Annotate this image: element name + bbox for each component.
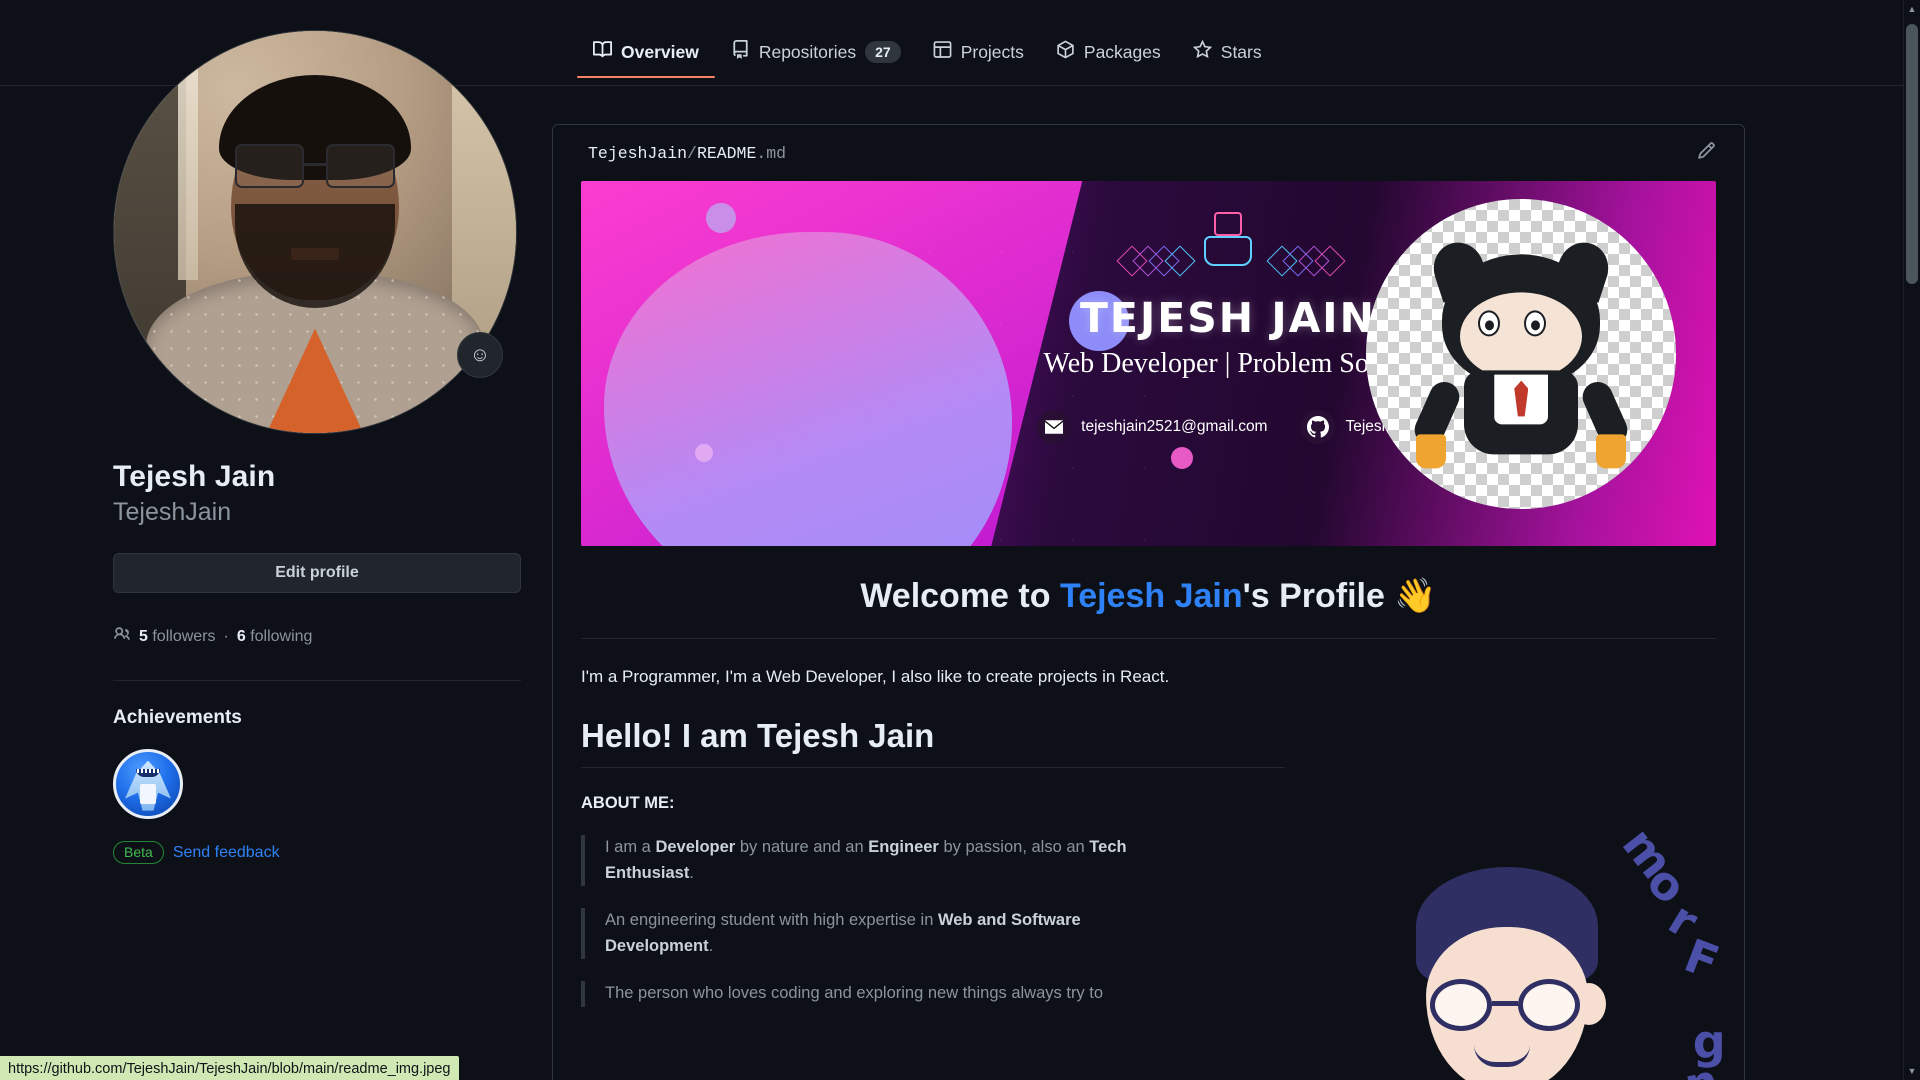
package-icon bbox=[1056, 40, 1075, 64]
readme-owner-link[interactable]: TejeshJain bbox=[588, 144, 687, 163]
github-mark-icon bbox=[1301, 410, 1336, 445]
edit-profile-button[interactable]: Edit profile bbox=[113, 553, 521, 594]
tab-repositories-label: Repositories bbox=[758, 41, 857, 62]
profile-sidebar: ☺ Tejesh Jain TejeshJain Edit profile 5 … bbox=[113, 30, 521, 865]
pull-shark-badge[interactable] bbox=[113, 749, 183, 820]
profile-username: TejeshJain bbox=[113, 498, 232, 527]
readme-welcome-heading: Welcome to Tejesh Jain's Profile 👋 bbox=[581, 546, 1716, 639]
readme-about-label: ABOUT ME: bbox=[581, 794, 675, 812]
repo-icon bbox=[731, 40, 750, 64]
banner-octocat bbox=[1366, 199, 1677, 510]
quote-run: Developer bbox=[655, 838, 736, 856]
quote-run: . bbox=[708, 936, 714, 955]
following-label: following bbox=[250, 627, 313, 645]
smiley-icon: ☺ bbox=[469, 343, 491, 366]
scrollbar-thumb[interactable] bbox=[1906, 24, 1918, 284]
achievements-heading: Achievements bbox=[113, 707, 242, 729]
book-icon bbox=[593, 40, 613, 64]
readme-quotes: I am a Developer by nature and an Engine… bbox=[581, 835, 1716, 1007]
welcome-name-link[interactable]: Tejesh Jain bbox=[1060, 577, 1243, 615]
readme-file-ext: .md bbox=[756, 143, 787, 163]
achievements-beta-row: Beta Send feedback bbox=[113, 841, 521, 865]
welcome-prefix: Welcome to bbox=[860, 577, 1060, 615]
achievements-list bbox=[113, 749, 521, 820]
quote-run: I am a bbox=[605, 838, 656, 856]
readme-file-link[interactable]: README bbox=[697, 144, 756, 163]
gamer-avatar-icon bbox=[1196, 210, 1260, 274]
avatar-container: ☺ bbox=[113, 30, 517, 434]
github-profile-page: Overview Repositories 27 Projects Packag… bbox=[0, 0, 1920, 1080]
readme-banner-image[interactable]: TEJESH JAIN Web Developer | Problem Solv… bbox=[581, 181, 1716, 546]
status-bar-url: https://github.com/TejeshJain/TejeshJain… bbox=[0, 1056, 459, 1080]
sidebar-divider bbox=[113, 680, 521, 682]
readme-quote-3: The person who loves coding and explorin… bbox=[581, 981, 1141, 1007]
table-icon bbox=[933, 40, 952, 64]
pencil-icon bbox=[1697, 141, 1716, 165]
readme-quote-1: I am a Developer by nature and an Engine… bbox=[581, 835, 1141, 887]
tab-overview[interactable]: Overview bbox=[577, 26, 715, 78]
tab-stars-label: Stars bbox=[1220, 41, 1262, 62]
quote-run: . bbox=[689, 863, 694, 882]
tab-repositories[interactable]: Repositories 27 bbox=[715, 26, 917, 78]
tab-packages[interactable]: Packages bbox=[1040, 26, 1177, 78]
coding-from-letter: n bbox=[1680, 1053, 1722, 1080]
stats-separator: · bbox=[223, 627, 229, 645]
avatar[interactable] bbox=[113, 30, 517, 434]
breadcrumb-slash: / bbox=[687, 143, 697, 163]
readme-intro-paragraph: I'm a Programmer, I'm a Web Developer, I… bbox=[581, 667, 1170, 686]
profile-full-name: Tejesh Jain bbox=[113, 460, 276, 493]
scroll-down-icon[interactable]: ▼ bbox=[1907, 1066, 1917, 1076]
banner-email: tejeshjain2521@gmail.com bbox=[1037, 410, 1268, 445]
welcome-suffix: 's Profile bbox=[1242, 577, 1395, 615]
tab-projects[interactable]: Projects bbox=[917, 26, 1040, 78]
quote-run: An engineering student with high experti… bbox=[605, 911, 938, 930]
coding-from-letter: g bbox=[1692, 1015, 1726, 1070]
readme-card: TejeshJain/README.md TEJESH JAIN Web Dev… bbox=[552, 124, 1745, 1080]
people-icon bbox=[113, 625, 131, 648]
send-feedback-link[interactable]: Send feedback bbox=[173, 844, 280, 862]
tab-stars[interactable]: Stars bbox=[1177, 26, 1278, 78]
following-link[interactable]: 6 following bbox=[237, 628, 313, 646]
banner-email-text: tejeshjain2521@gmail.com bbox=[1081, 418, 1268, 436]
readme-hello-heading: Hello! I am Tejesh Jain bbox=[581, 687, 1285, 768]
readme-breadcrumb: TejeshJain/README.md bbox=[588, 144, 786, 163]
quote-run: by nature and an bbox=[735, 838, 869, 856]
quote-run: The person who loves coding and explorin… bbox=[605, 984, 1104, 1003]
quote-run: Engineer bbox=[868, 838, 939, 856]
tab-overview-label: Overview bbox=[621, 41, 699, 62]
scroll-up-icon[interactable]: ▲ bbox=[1907, 4, 1917, 14]
repositories-count: 27 bbox=[865, 41, 901, 63]
beta-badge: Beta bbox=[113, 841, 164, 865]
tab-packages-label: Packages bbox=[1083, 41, 1161, 62]
quote-run: by passion, also an bbox=[938, 838, 1090, 856]
readme-quote-2: An engineering student with high experti… bbox=[581, 908, 1141, 960]
following-count: 6 bbox=[236, 627, 246, 645]
mail-icon bbox=[1037, 410, 1072, 445]
followers-link[interactable]: 5 followers bbox=[139, 628, 216, 646]
followers-count: 5 bbox=[139, 627, 148, 645]
readme-content: Welcome to Tejesh Jain's Profile 👋 I'm a… bbox=[553, 546, 1744, 1007]
follow-stats: 5 followers · 6 following bbox=[113, 625, 521, 648]
waving-hand-emoji: 👋 bbox=[1394, 577, 1437, 615]
tab-projects-label: Projects bbox=[960, 41, 1024, 62]
page-scrollbar[interactable]: ▲ ▼ bbox=[1903, 0, 1920, 1080]
star-icon bbox=[1192, 39, 1212, 64]
set-status-button[interactable]: ☺ bbox=[457, 332, 503, 378]
edit-readme-button[interactable] bbox=[1697, 141, 1716, 165]
followers-label: followers bbox=[152, 627, 216, 645]
readme-header: TejeshJain/README.md bbox=[553, 125, 1744, 181]
profile-nav-tabs: Overview Repositories 27 Projects Packag… bbox=[577, 26, 1278, 78]
